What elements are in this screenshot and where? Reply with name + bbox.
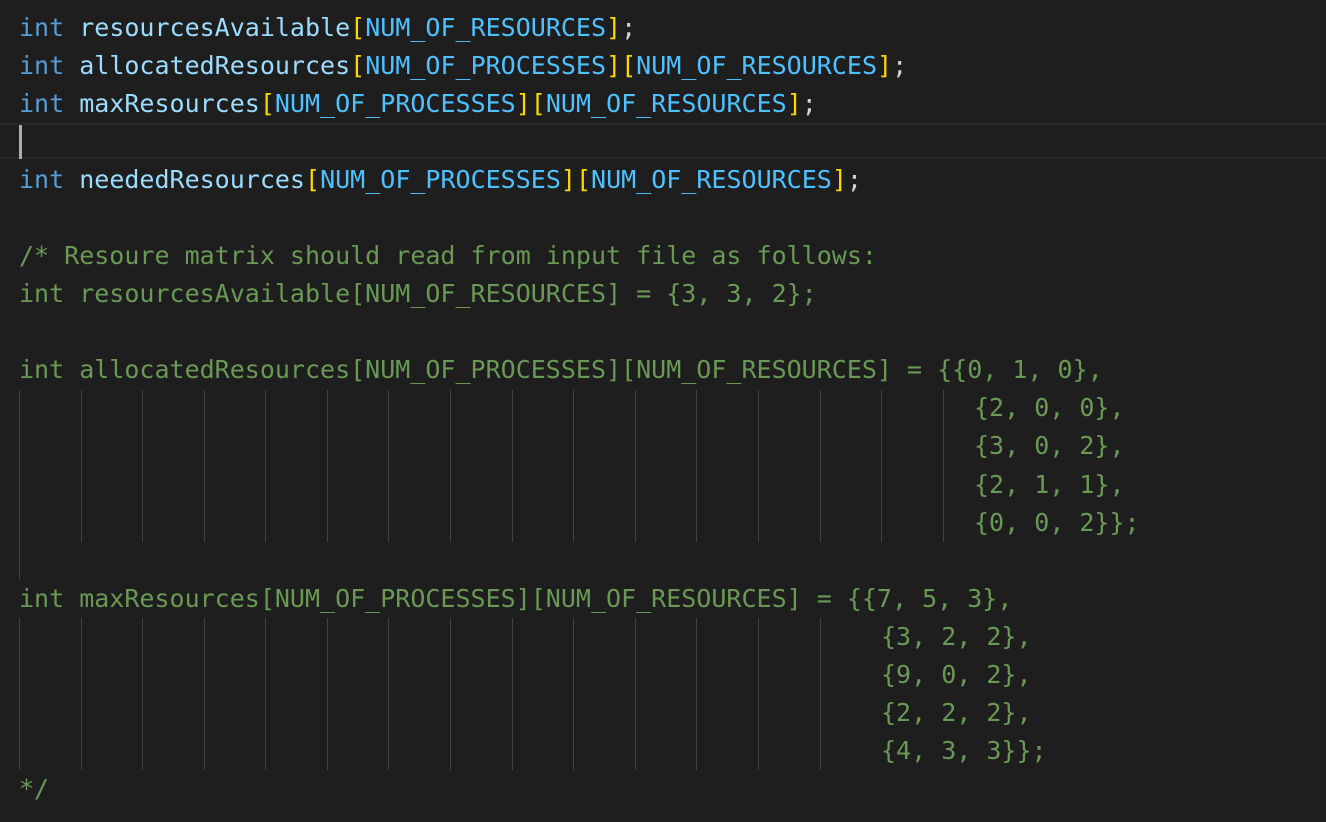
constant: NUM_OF_RESOURCES [636,51,877,80]
bracket: ] [515,89,531,118]
comment-line-17[interactable]: {3, 2, 2}, [881,618,1032,656]
indent-guides-max [19,618,821,770]
identifier: neededResources [79,165,305,194]
constant: NUM_OF_PROCESSES [274,89,516,118]
identifier: maxResources [79,89,260,118]
code-line-3[interactable]: int maxResources[NUM_OF_PROCESSES][NUM_O… [19,85,817,123]
comment-line-7[interactable]: /* Resoure matrix should read from input… [19,237,877,275]
bracket: ] [786,89,802,118]
bracket: [ [575,165,592,194]
semicolon: ; [892,51,908,80]
comment-line-10[interactable]: int allocatedResources[NUM_OF_PROCESSES]… [19,351,1103,389]
comment-line-18[interactable]: {9, 0, 2}, [881,656,1032,694]
identifier: allocatedResources [79,51,351,80]
bracket: [ [350,51,366,80]
code-line-2[interactable]: int allocatedResources[NUM_OF_PROCESSES]… [19,47,907,85]
comment-line-14[interactable]: {0, 0, 2}}; [974,504,1140,542]
bracket: [ [530,89,546,118]
comment-line-8[interactable]: int resourcesAvailable[NUM_OF_RESOURCES]… [19,275,817,313]
text-cursor [19,125,22,159]
bracket: ] [606,13,622,42]
bracket: [ [621,51,637,80]
keyword-int: int [19,51,65,80]
bracket: ] [560,165,576,194]
bracket: ] [606,51,622,80]
bracket: [ [259,89,275,118]
bracket: ] [877,51,893,80]
comment-line-20[interactable]: {4, 3, 3}}; [881,732,1047,770]
bracket: [ [350,13,366,42]
semicolon: ; [801,89,817,118]
bracket: [ [305,165,321,194]
constant: NUM_OF_PROCESSES [365,51,607,80]
comment-line-19[interactable]: {2, 2, 2}, [881,694,1032,732]
constant: NUM_OF_RESOURCES [365,13,607,42]
semicolon: ; [846,165,862,194]
constant: NUM_OF_RESOURCES [545,89,787,118]
current-line-highlight [0,123,1326,159]
code-editor[interactable]: int resourcesAvailable[NUM_OF_RESOURCES]… [0,0,1326,822]
constant: NUM_OF_RESOURCES [591,165,832,194]
keyword-int: int [19,13,65,42]
comment-line-11[interactable]: {2, 0, 0}, [974,389,1125,427]
identifier: resourcesAvailable [79,13,351,42]
semicolon: ; [621,13,637,42]
keyword-int: int [19,89,65,118]
comment-line-16[interactable]: int maxResources[NUM_OF_PROCESSES][NUM_O… [19,580,1012,618]
constant: NUM_OF_PROCESSES [320,165,561,194]
code-line-5[interactable]: int neededResources[NUM_OF_PROCESSES][NU… [19,161,862,199]
code-line-1[interactable]: int resourcesAvailable[NUM_OF_RESOURCES]… [19,9,636,47]
bracket: ] [831,165,847,194]
comment-line-13[interactable]: {2, 1, 1}, [974,466,1125,504]
comment-line-12[interactable]: {3, 0, 2}, [974,427,1125,465]
keyword-int: int [19,165,65,194]
comment-line-21[interactable]: */ [19,770,49,808]
indent-guides-allocated [19,390,944,580]
